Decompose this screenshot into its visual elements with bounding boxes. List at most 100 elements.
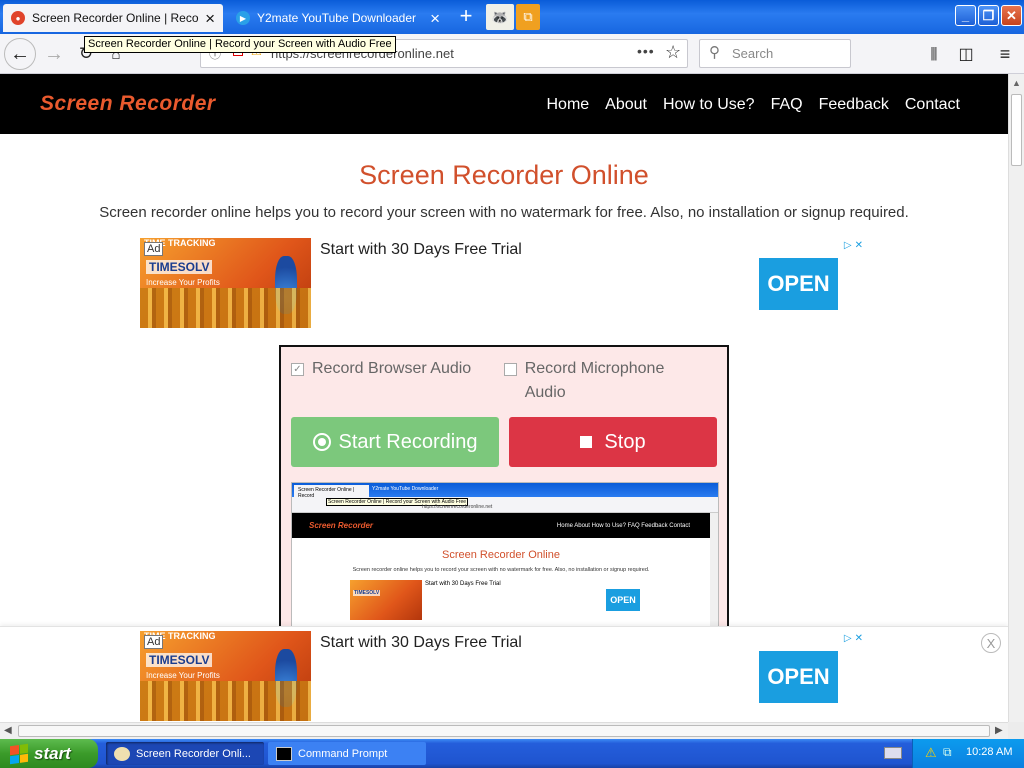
stop-label: Stop [604, 430, 646, 453]
sticky-ad-bar: TIME TRACKING TIMESOLV Increase Your Pro… [0, 626, 1008, 722]
search-field[interactable]: ⚲ Search [699, 39, 851, 68]
tab-y2mate[interactable]: ▶ Y2mate YouTube Downloader × [228, 4, 448, 32]
ad-banner-bottom[interactable]: TIME TRACKING TIMESOLV Increase Your Pro… [140, 631, 868, 721]
scroll-left-icon[interactable]: ◀ [4, 725, 12, 736]
vertical-scroll-thumb[interactable] [1011, 94, 1022, 166]
tab-screen-recorder[interactable]: ● Screen Recorder Online | Record y × [3, 4, 223, 32]
menu-icon[interactable]: ≡ [989, 38, 1021, 70]
preview-tab: Screen Recorder Online | Record [294, 485, 369, 499]
horizontal-scroll-thumb[interactable] [18, 725, 990, 737]
firefox-raccoon-icon [114, 746, 130, 761]
recorder-panel: ✓ Record Browser Audio Record Microphone… [279, 345, 729, 635]
page-title: Screen Recorder Online [359, 160, 649, 190]
command-prompt-icon [276, 746, 292, 761]
tab-title: Y2mate YouTube Downloader [257, 11, 416, 25]
sidebar-icon[interactable]: ◫ [950, 38, 982, 70]
ad-tagline: Increase Your Profits [146, 278, 220, 287]
windows-logo-icon [10, 743, 28, 764]
preview-heading: Screen Recorder Online [441, 549, 560, 561]
search-icon: ⚲ [709, 44, 720, 61]
preview-ad-brand: TIMESOLV [353, 590, 381, 596]
ad-brand: TIMESOLV [146, 260, 213, 274]
start-label: start [34, 743, 71, 763]
forward-arrow-icon[interactable]: → [38, 38, 70, 70]
site-header: Screen Recorder Home About How to Use? F… [0, 74, 1008, 134]
nav-feedback[interactable]: Feedback [819, 96, 889, 114]
record-microphone-audio-label: Record Microphone Audio [524, 360, 665, 401]
security-warning-icon[interactable]: ⚠ [925, 745, 937, 761]
ad-choices-icon[interactable]: ▷✕ [844, 240, 866, 251]
browser-tab-strip: ● Screen Recorder Online | Record y × ▶ … [0, 0, 1024, 34]
bookmark-star-icon[interactable]: ☆ [665, 42, 681, 63]
ad-title[interactable]: Start with 30 Days Free Trial [320, 241, 522, 259]
preview-tab: Y2mate YouTube Downloader [372, 486, 439, 492]
record-browser-audio-checkbox[interactable]: ✓ Record Browser Audio [291, 360, 471, 378]
main-nav: Home About How to Use? FAQ Feedback Cont… [546, 96, 960, 114]
taskbar-item-screen-recorder[interactable]: Screen Recorder Onli... [106, 742, 264, 765]
ad-brand: TIMESOLV [146, 653, 213, 667]
ad-open-button[interactable]: OPEN [759, 258, 838, 310]
nav-home[interactable]: Home [546, 96, 589, 114]
ad-banner-top[interactable]: TIME TRACKING TIMESOLV Increase Your Pro… [140, 238, 868, 328]
ad-title[interactable]: Start with 30 Days Free Trial [320, 634, 522, 652]
screen-recorder-favicon-icon: ● [11, 11, 25, 25]
minimize-button[interactable]: _ [955, 5, 976, 26]
windows-taskbar: start Screen Recorder Onli... Command Pr… [0, 739, 1024, 768]
vertical-scrollbar[interactable]: ▲ [1008, 74, 1024, 722]
coins-image [140, 681, 311, 721]
close-tab-icon[interactable]: × [205, 10, 215, 27]
ad-image[interactable]: TIME TRACKING TIMESOLV Increase Your Pro… [140, 631, 311, 721]
start-recording-button[interactable]: Start Recording [291, 417, 499, 467]
record-dot-icon [312, 433, 331, 451]
nav-how-to-use[interactable]: How to Use? [663, 96, 755, 114]
keyboard-icon[interactable] [884, 747, 902, 759]
close-tab-icon[interactable]: × [430, 10, 440, 27]
preview-ad-button: OPEN [606, 589, 640, 611]
ad-choices-icon[interactable]: ▷✕ [844, 633, 866, 644]
ad-open-button[interactable]: OPEN [759, 651, 838, 703]
page-actions-icon[interactable]: ••• [637, 43, 655, 59]
close-sticky-ad-button[interactable]: X [981, 633, 1001, 653]
record-microphone-audio-checkbox[interactable]: Record Microphone Audio [504, 360, 704, 405]
checkbox-checked-icon[interactable]: ✓ [291, 363, 304, 376]
preview-ad-image: TIMESOLV [350, 580, 422, 620]
extension-windows-icon[interactable]: ⧉ [516, 4, 540, 30]
ad-image[interactable]: TIME TRACKING TIMESOLV Increase Your Pro… [140, 238, 311, 328]
stop-square-icon [580, 436, 593, 448]
back-arrow-icon[interactable]: ← [4, 38, 36, 70]
preview-subheading: Screen recorder online helps you to reco… [352, 567, 650, 573]
taskbar-item-label: Command Prompt [298, 747, 388, 760]
scroll-up-icon[interactable]: ▲ [1012, 78, 1021, 88]
start-button[interactable]: start [0, 739, 98, 768]
record-browser-audio-label: Record Browser Audio [312, 360, 472, 377]
extension-raccoon-icon[interactable]: 🦝 [486, 4, 514, 30]
page-subtitle: Screen recorder online helps you to reco… [99, 204, 909, 221]
taskbar-item-command-prompt[interactable]: Command Prompt [268, 742, 426, 765]
maximize-button[interactable]: ❐ [978, 5, 999, 26]
close-window-button[interactable]: ✕ [1001, 5, 1022, 26]
new-tab-button[interactable]: + [452, 4, 480, 30]
horizontal-scrollbar[interactable]: ◀ ▶ [0, 722, 1008, 739]
nav-contact[interactable]: Contact [905, 96, 960, 114]
preview-scrollbar [710, 513, 718, 631]
start-recording-label: Start Recording [338, 430, 478, 453]
network-icon[interactable]: ⧉ [943, 745, 952, 760]
preview-url: https://screenrecorderonline.net [422, 504, 493, 510]
nav-about[interactable]: About [605, 96, 647, 114]
preview-ad-title: Start with 30 Days Free Trial [425, 581, 501, 587]
tab-title: Screen Recorder Online | Record y [32, 11, 199, 25]
preview-ad: TIMESOLV Start with 30 Days Free Trial O… [350, 580, 653, 620]
scroll-right-icon[interactable]: ▶ [995, 725, 1003, 736]
y2mate-favicon-icon: ▶ [236, 11, 250, 25]
scrollbar-corner [1008, 722, 1024, 739]
preview-logo: Screen Recorder [309, 521, 374, 530]
taskbar-clock[interactable]: 10:28 AM [966, 746, 1012, 758]
nav-faq[interactable]: FAQ [771, 96, 803, 114]
tab-tooltip: Screen Recorder Online | Record your Scr… [84, 36, 396, 53]
stop-button[interactable]: Stop [509, 417, 717, 467]
library-icon[interactable]: ⫼ [918, 38, 950, 70]
ad-label: Ad [144, 635, 164, 649]
site-logo[interactable]: Screen Recorder [40, 92, 216, 116]
recording-preview: Screen Recorder Online | Record Y2mate Y… [291, 482, 719, 632]
checkbox-unchecked-icon[interactable] [504, 363, 517, 376]
